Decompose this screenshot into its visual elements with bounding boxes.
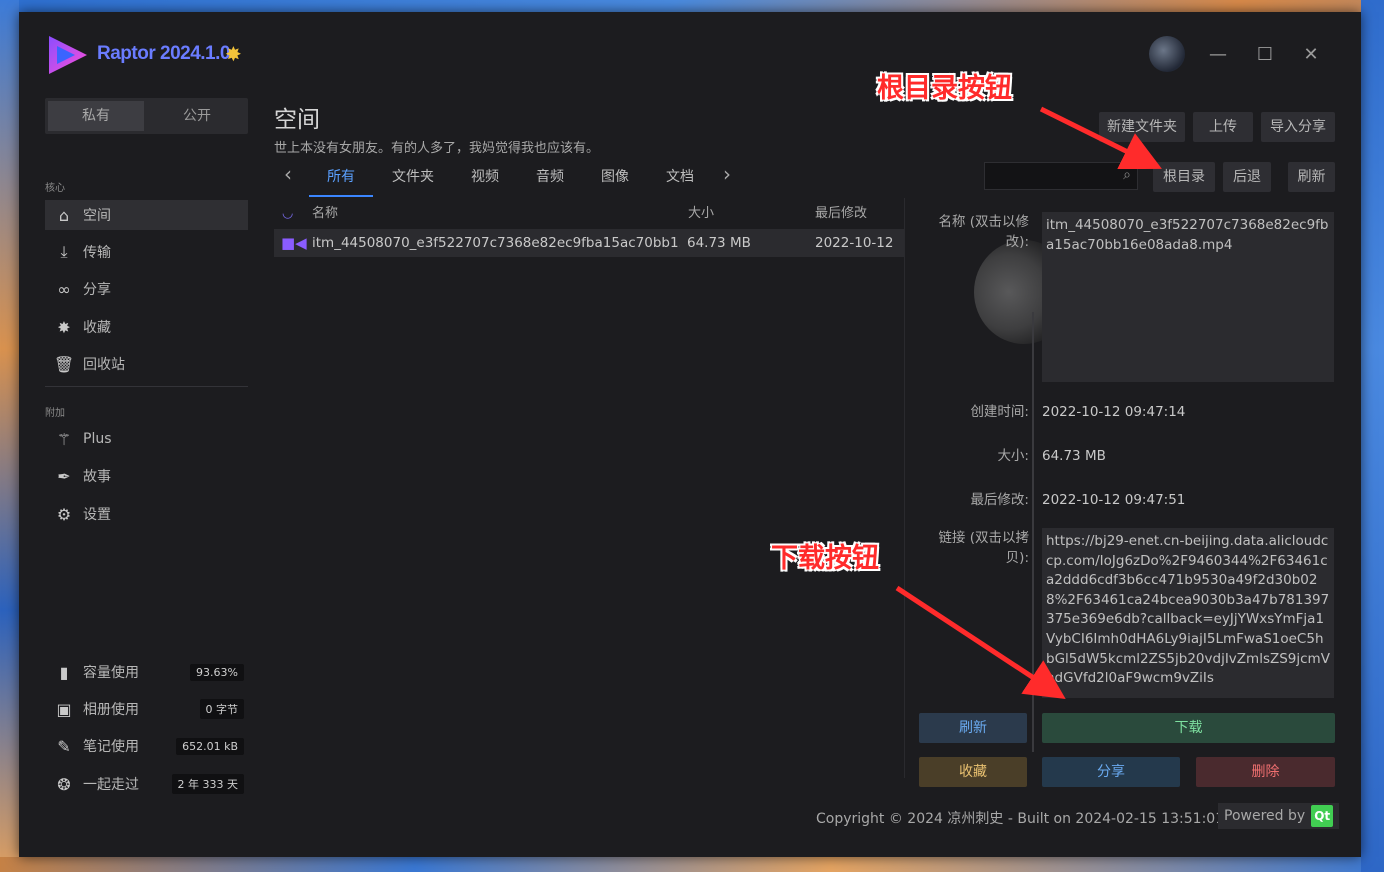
trash-icon: 🗑 xyxy=(53,354,75,374)
column-name[interactable]: 名称 xyxy=(312,202,338,226)
qt-logo-icon: Qt xyxy=(1311,805,1334,827)
refresh-list-button[interactable]: 刷新 xyxy=(1288,162,1335,192)
tab-videos[interactable]: 视频 xyxy=(471,166,499,186)
bar-chart-icon: ▮ xyxy=(59,662,69,682)
root-button-annotation: 根目录按钮 xyxy=(877,73,1012,104)
gear-icon: ⚙ xyxy=(56,504,72,524)
maximize-button[interactable]: ☐ xyxy=(1252,42,1278,68)
star-icon: ✸ xyxy=(57,317,71,337)
download-button-annotation: 下载按钮 xyxy=(771,543,879,574)
link-icon: ∞ xyxy=(57,279,71,299)
powered-by-badge[interactable]: Powered by Qt xyxy=(1218,803,1340,829)
file-list-header: ◡ 名称 大小 最后修改 xyxy=(274,202,904,226)
delete-button[interactable]: 删除 xyxy=(1196,757,1335,787)
usage-album: ▣ 相册使用 0 字节 xyxy=(45,694,248,724)
active-tab-indicator xyxy=(309,195,373,197)
wallpaper-left xyxy=(0,0,19,872)
sidebar-item-share[interactable]: ∞ 分享 xyxy=(45,274,248,304)
sidebar-item-space[interactable]: ⌂ 空间 xyxy=(45,200,248,230)
tab-all[interactable]: 所有 xyxy=(327,166,355,186)
sidebar-item-plus[interactable]: ⚚ Plus xyxy=(45,424,248,454)
close-button[interactable]: ✕ xyxy=(1298,42,1324,68)
download-button[interactable]: 下载 xyxy=(1042,713,1335,743)
tab-images[interactable]: 图像 xyxy=(601,166,629,186)
new-folder-button[interactable]: 新建文件夹 xyxy=(1099,112,1185,142)
feather-icon: ✒ xyxy=(57,466,71,486)
size-value: 64.73 MB xyxy=(1042,448,1106,464)
copyright-text: Copyright © 2024 凉州刺史 - Built on 2024-02… xyxy=(816,811,1225,827)
column-modified[interactable]: 最后修改 xyxy=(815,202,867,226)
search-input[interactable]: ⌕ xyxy=(984,162,1138,190)
public-tab[interactable]: 公开 xyxy=(149,101,245,131)
app-title: Raptor 2024.1.0 xyxy=(97,43,230,64)
root-button[interactable]: 根目录 xyxy=(1153,162,1215,192)
app-window: Raptor 2024.1.0 ✸ — ☐ ✕ 私有 公开 核心 ⌂ 空间 ⤓ 传输… xyxy=(19,12,1361,857)
import-share-button[interactable]: 导入分享 xyxy=(1261,112,1335,142)
refresh-button[interactable]: 刷新 xyxy=(919,713,1027,743)
tab-folders[interactable]: 文件夹 xyxy=(392,166,434,186)
link-field[interactable]: https://bj29-enet.cn-beijing.data.aliclo… xyxy=(1042,528,1334,698)
star-badge-icon[interactable]: ✸ xyxy=(225,42,242,66)
page-subtitle: 世上本没有女朋友。有的人多了，我妈觉得我也应该有。 xyxy=(274,141,600,156)
search-icon[interactable]: ⌕ xyxy=(1123,167,1131,183)
panel-separator xyxy=(904,198,905,778)
sidebar-item-favorites[interactable]: ✸ 收藏 xyxy=(45,312,248,342)
pen-icon: ✎ xyxy=(57,736,71,756)
sidebar-divider xyxy=(45,386,248,387)
created-value: 2022-10-12 09:47:14 xyxy=(1042,404,1186,420)
modified-label: 最后修改: xyxy=(970,492,1029,508)
sidebar-item-trash[interactable]: 🗑 回收站 xyxy=(45,349,248,379)
file-size: 64.73 MB xyxy=(687,235,751,251)
visibility-segment: 私有 公开 xyxy=(45,98,248,134)
file-name: itm_44508070_e3f522707c7368e82ec9fba15ac… xyxy=(312,235,680,251)
rope-decoration xyxy=(1032,312,1034,752)
tab-documents[interactable]: 文档 xyxy=(666,166,694,186)
sidebar-item-settings[interactable]: ⚙ 设置 xyxy=(45,499,248,529)
wallpaper-right xyxy=(1361,0,1384,872)
minimize-button[interactable]: — xyxy=(1205,42,1231,68)
download-icon: ⤓ xyxy=(60,242,68,261)
raptor-logo-icon xyxy=(49,36,87,74)
file-modified: 2022-10-12 xyxy=(815,235,894,251)
usage-together: ❂ 一起走过 2 年 333 天 xyxy=(45,769,248,799)
created-label: 创建时间: xyxy=(970,404,1029,420)
back-button[interactable]: 后退 xyxy=(1223,162,1271,192)
medal-icon: ❂ xyxy=(57,774,71,794)
tabs-prev-chevron-icon[interactable]: ‹ xyxy=(284,162,292,186)
tabs-next-chevron-icon[interactable]: › xyxy=(723,162,731,186)
usage-capacity: ▮ 容量使用 93.63% xyxy=(45,657,248,687)
avatar[interactable] xyxy=(1149,36,1185,72)
magic-wand-icon: ⚚ xyxy=(56,429,72,449)
select-all-icon[interactable]: ◡ xyxy=(282,202,293,226)
share-button[interactable]: 分享 xyxy=(1042,757,1180,787)
modified-value: 2022-10-12 09:47:51 xyxy=(1042,492,1186,508)
link-label: 链接 (双击以拷贝): xyxy=(938,530,1029,566)
image-icon: ▣ xyxy=(56,699,72,719)
column-size[interactable]: 大小 xyxy=(688,202,714,226)
name-label: 名称 (双击以修改): xyxy=(938,214,1029,250)
download-arrow xyxy=(895,585,1066,699)
extra-section-title: 附加 xyxy=(45,408,65,419)
sidebar-item-story[interactable]: ✒ 故事 xyxy=(45,461,248,491)
tab-audio[interactable]: 音频 xyxy=(536,166,564,186)
wallpaper-bottom xyxy=(0,857,1384,872)
table-row[interactable]: ■◀ itm_44508070_e3f522707c7368e82ec9fba1… xyxy=(274,229,904,257)
favorite-button[interactable]: 收藏 xyxy=(919,757,1027,787)
home-icon: ⌂ xyxy=(58,205,70,225)
size-label: 大小: xyxy=(997,448,1029,464)
sidebar-item-transfer[interactable]: ⤓ 传输 xyxy=(45,237,248,267)
page-title: 空间 xyxy=(274,107,320,133)
video-file-icon: ■◀ xyxy=(281,234,307,252)
core-section-title: 核心 xyxy=(45,183,65,194)
private-tab[interactable]: 私有 xyxy=(48,101,144,131)
upload-button[interactable]: 上传 xyxy=(1193,112,1253,142)
usage-notes: ✎ 笔记使用 652.01 kB xyxy=(45,731,248,761)
name-field[interactable]: itm_44508070_e3f522707c7368e82ec9fba15ac… xyxy=(1042,212,1334,382)
